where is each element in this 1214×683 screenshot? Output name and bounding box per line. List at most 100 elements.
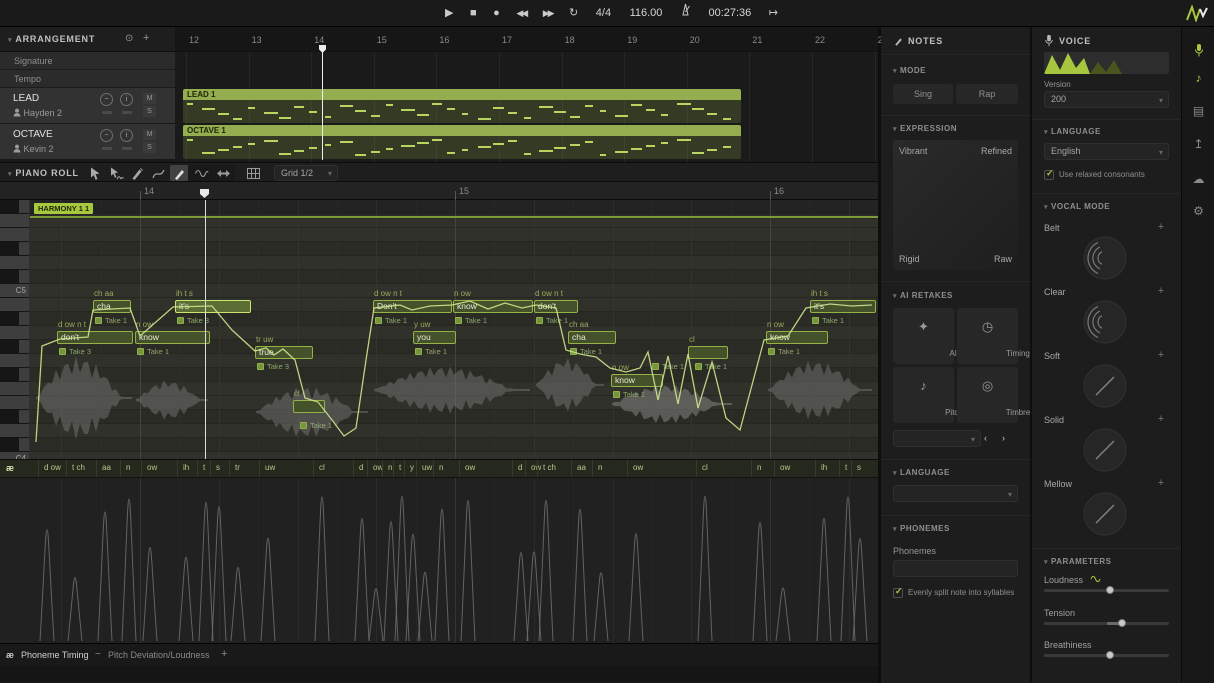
tab-pitch-deviation[interactable]: Pitch Deviation/Loudness [108, 650, 210, 660]
vocal-mode-knob-mellow[interactable] [1082, 491, 1128, 537]
phoneme-boundary[interactable] [141, 460, 142, 477]
track-singer[interactable]: Hayden 2 [13, 108, 62, 118]
select-note-tool[interactable] [86, 165, 104, 181]
collapse-icon[interactable]: ▾ [8, 37, 12, 44]
brush-tool[interactable] [128, 165, 146, 181]
metronome-icon[interactable] [680, 0, 691, 27]
stop-button[interactable]: ■ [470, 0, 477, 27]
phoneme-boundary[interactable] [537, 460, 538, 477]
phoneme-boundary[interactable] [229, 460, 230, 477]
mode-sing-button[interactable]: Sing [893, 84, 953, 104]
retake-tile-pitch[interactable]: ♪Pitch [893, 367, 954, 423]
phoneme-boundary[interactable] [210, 460, 211, 477]
phoneme-token[interactable]: t [845, 463, 847, 472]
phoneme-token[interactable]: s [857, 463, 861, 472]
go-to-end-icon[interactable]: ↦ [769, 0, 778, 27]
arrangement-ruler[interactable]: 121314151617181920212223 [175, 27, 878, 52]
phoneme-boundary[interactable] [177, 460, 178, 477]
slider-thumb[interactable] [1118, 619, 1126, 627]
phoneme-token[interactable]: cl [702, 463, 708, 472]
phoneme-token[interactable]: n [757, 463, 761, 472]
phoneme-token[interactable]: n [126, 463, 130, 472]
phoneme-token[interactable]: tr [235, 463, 240, 472]
phoneme-token[interactable]: d [518, 463, 522, 472]
add-track-button[interactable]: + [143, 32, 149, 44]
slider-thumb[interactable] [1106, 586, 1114, 594]
time-signature[interactable]: 4/4 [596, 0, 611, 27]
select-parameter-tool[interactable] [107, 165, 125, 181]
library-icon[interactable]: ▤ [1182, 104, 1214, 118]
notes-tab-icon[interactable]: ♪ [1182, 71, 1214, 85]
mute-button[interactable]: M [143, 93, 156, 104]
parameter-slider-loudness[interactable] [1044, 589, 1169, 592]
phoneme-token[interactable]: aa [102, 463, 111, 472]
note-language-section-title[interactable]: LANGUAGE [900, 468, 950, 477]
grid-size-dropdown[interactable]: Grid 1/2▾ [274, 165, 338, 181]
phoneme-token[interactable]: s [216, 463, 220, 472]
tempo-row[interactable]: Tempo [0, 70, 175, 88]
phonemes-input[interactable] [893, 560, 1018, 577]
export-icon[interactable]: ↥ [1182, 137, 1214, 151]
phoneme-boundary[interactable] [313, 460, 314, 477]
phoneme-token[interactable]: aa [577, 463, 586, 472]
retake-tile-timbre[interactable]: ◎Timbre [957, 367, 1018, 423]
track-octave[interactable]: OCTAVE Kevin 2 ~ i M S [0, 124, 175, 160]
voice-language-section-title[interactable]: LANGUAGE [1051, 127, 1101, 136]
phoneme-token[interactable]: ih [821, 463, 827, 472]
expression-section-title[interactable]: EXPRESSION [900, 124, 957, 133]
vibrato-tool[interactable] [192, 165, 210, 181]
phoneme-boundary[interactable] [416, 460, 417, 477]
voice-avatar[interactable] [1044, 52, 1169, 74]
note-language-select[interactable]: ▾ [893, 485, 1018, 502]
phoneme-boundary[interactable] [751, 460, 752, 477]
phoneme-boundary[interactable] [382, 460, 383, 477]
phoneme-token[interactable]: d ow [44, 463, 61, 472]
split-syllables-checkbox[interactable]: ✓ [893, 588, 903, 598]
tempo-value[interactable]: 116.00 [630, 0, 663, 27]
line-tool[interactable] [149, 165, 167, 181]
collapse-icon[interactable]: ▾ [8, 171, 12, 178]
cloud-icon[interactable]: ☁ [1182, 172, 1214, 186]
clip-octave-1[interactable]: OCTAVE 1 [183, 125, 741, 159]
retake-prev-button[interactable]: ‹ [984, 430, 999, 447]
arrangement-settings-icon[interactable]: ⊙ [125, 33, 133, 44]
track-singer[interactable]: Kevin 2 [13, 144, 54, 154]
phoneme-boundary[interactable] [571, 460, 572, 477]
add-vocal-mode-button[interactable]: + [1155, 349, 1167, 361]
phoneme-token[interactable]: n [388, 463, 392, 472]
loudness-curve-icon[interactable] [1090, 575, 1101, 585]
vocal-mode-knob-clear[interactable] [1082, 299, 1128, 345]
parameters-section-title[interactable]: PARAMETERS [1051, 557, 1111, 566]
phoneme-token[interactable]: ow [780, 463, 790, 472]
phoneme-token[interactable]: uw [422, 463, 432, 472]
phoneme-token[interactable]: ow [633, 463, 643, 472]
ai-retakes-section-title[interactable]: AI RETAKES [900, 291, 953, 300]
track-output-button[interactable]: ~ [100, 129, 113, 142]
settings-gear-icon[interactable]: ⚙ [1182, 204, 1214, 218]
mode-rap-button[interactable]: Rap [956, 84, 1018, 104]
loop-button[interactable]: ↻ [569, 0, 578, 27]
phoneme-boundary[interactable] [393, 460, 394, 477]
phoneme-boundary[interactable] [353, 460, 354, 477]
phoneme-boundary[interactable] [120, 460, 121, 477]
solo-button[interactable]: S [143, 142, 156, 153]
phoneme-boundary[interactable] [38, 460, 39, 477]
piano-roll-grid[interactable]: C5C4 HARMONY 1 1 ch aachaTake 1ih t sit'… [0, 200, 878, 460]
track-info-button[interactable]: i [120, 129, 133, 142]
phoneme-boundary[interactable] [525, 460, 526, 477]
phoneme-boundary[interactable] [839, 460, 840, 477]
phoneme-token[interactable]: t [203, 463, 205, 472]
phoneme-boundary[interactable] [96, 460, 97, 477]
retake-tile-timing[interactable]: ◷Timing [957, 308, 1018, 364]
solo-button[interactable]: S [143, 106, 156, 117]
track-lead[interactable]: LEAD Hayden 2 ~ i M S [0, 88, 175, 124]
clip-lead-1[interactable]: LEAD 1 [183, 89, 741, 123]
phonemes-section-title[interactable]: PHONEMES [900, 524, 950, 533]
rewind-button[interactable]: ◀◀ [516, 0, 526, 27]
add-parameter-tab-button[interactable]: + [221, 648, 227, 660]
version-select[interactable]: 200▾ [1044, 91, 1169, 108]
track-info-button[interactable]: i [120, 93, 133, 106]
add-vocal-mode-button[interactable]: + [1155, 285, 1167, 297]
retake-next-button[interactable]: › [1002, 430, 1018, 447]
mode-section-title[interactable]: MODE [900, 66, 926, 75]
